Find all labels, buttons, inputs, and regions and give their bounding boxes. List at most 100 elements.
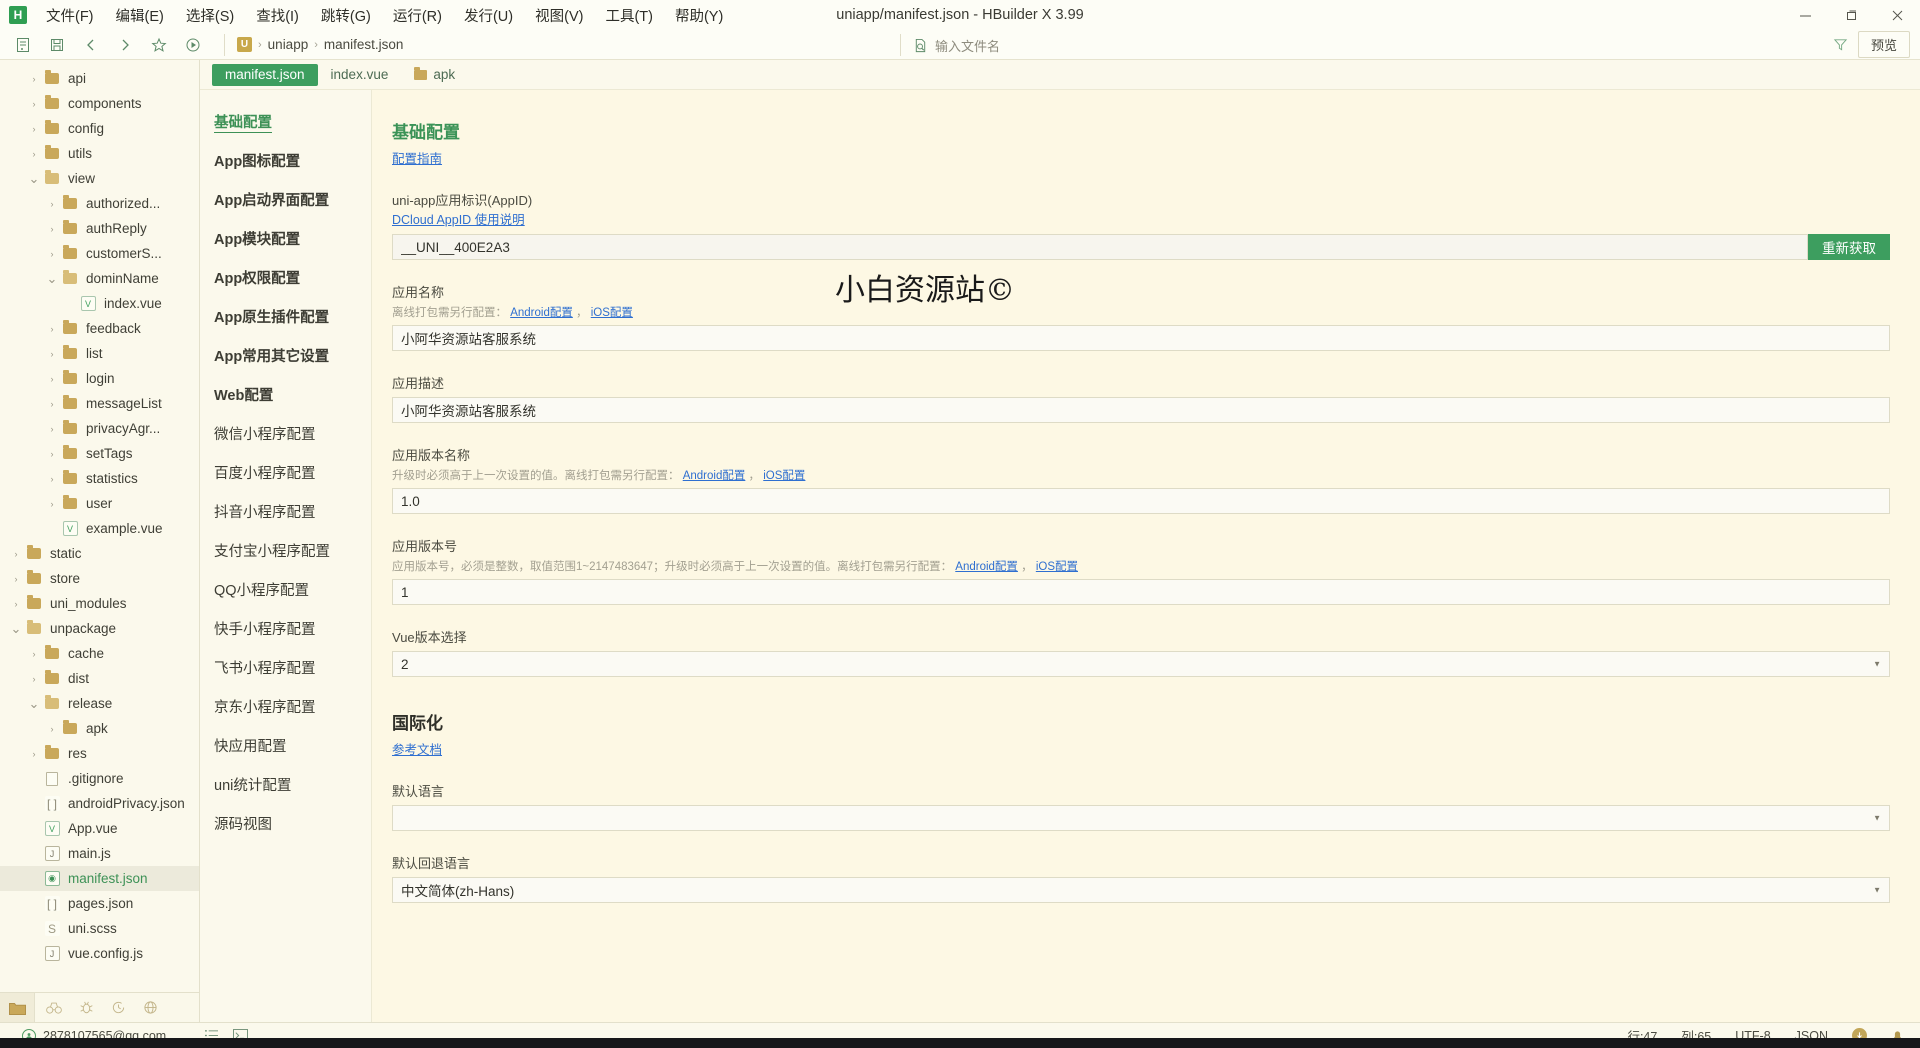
chevron-right-icon[interactable]: › [44, 499, 60, 509]
version-name-ios-link[interactable]: iOS配置 [763, 470, 805, 482]
tree-item-feedback[interactable]: › feedback [0, 316, 199, 341]
config-nav-item-16[interactable]: 快应用配置 [200, 726, 371, 765]
tree-item-customers-[interactable]: › customerS... [0, 241, 199, 266]
tree-item-view[interactable]: ⌄ view [0, 166, 199, 191]
chevron-right-icon[interactable]: › [44, 474, 60, 484]
tree-item-vue-config-js[interactable]: Jvue.config.js [0, 941, 199, 966]
config-nav-item-12[interactable]: QQ小程序配置 [200, 570, 371, 609]
tree-item-unpackage[interactable]: ⌄ unpackage [0, 616, 199, 641]
tree-item-store[interactable]: › store [0, 566, 199, 591]
tab-index-vue[interactable]: index.vue [318, 64, 402, 86]
tree-item-authreply[interactable]: › authReply [0, 216, 199, 241]
config-nav-item-17[interactable]: uni统计配置 [200, 765, 371, 804]
chevron-right-icon[interactable]: › [8, 574, 24, 584]
tree-item-api[interactable]: › api [0, 66, 199, 91]
menu-file[interactable]: 文件(F) [35, 1, 105, 30]
menu-help[interactable]: 帮助(Y) [664, 1, 734, 30]
run-play-icon[interactable] [176, 32, 210, 58]
chevron-right-icon[interactable]: › [26, 674, 42, 684]
menu-publish[interactable]: 发行(U) [453, 1, 524, 30]
version-name-input[interactable] [392, 488, 1890, 514]
config-nav-item-8[interactable]: 微信小程序配置 [200, 414, 371, 453]
manifest-config-nav[interactable]: 基础配置 App图标配置 App启动界面配置 App模块配置 App权限配置 App原生插… [200, 90, 372, 1022]
menu-edit[interactable]: 编辑(E) [105, 1, 175, 30]
version-code-android-link[interactable]: Android配置 [955, 561, 1018, 573]
config-nav-item-4[interactable]: App权限配置 [200, 258, 371, 297]
config-nav-item-11[interactable]: 支付宝小程序配置 [200, 531, 371, 570]
tree-item-static[interactable]: › static [0, 541, 199, 566]
menu-tools[interactable]: 工具(T) [594, 1, 664, 30]
project-file-tree[interactable]: › api › components › config › utils ⌄ view › author… [0, 60, 199, 992]
fallback-lang-select[interactable] [392, 877, 1890, 903]
chevron-right-icon[interactable]: › [44, 374, 60, 384]
chevron-right-icon[interactable]: › [26, 124, 42, 134]
save-icon[interactable] [40, 32, 74, 58]
maximize-button[interactable] [1828, 0, 1874, 30]
breadcrumb-project[interactable]: uniapp [268, 37, 309, 52]
appid-input[interactable] [392, 234, 1808, 260]
tree-item-androidprivacy-json[interactable]: [ ] androidPrivacy.json [0, 791, 199, 816]
tab-manifest-json[interactable]: manifest.json [212, 63, 318, 86]
app-name-android-link[interactable]: Android配置 [510, 307, 573, 319]
tree-item-example-vue[interactable]: Vexample.vue [0, 516, 199, 541]
chevron-right-icon[interactable]: › [26, 99, 42, 109]
tree-item-cache[interactable]: › cache [0, 641, 199, 666]
tree-item-uni-modules[interactable]: › uni_modules [0, 591, 199, 616]
config-nav-item-18[interactable]: 源码视图 [200, 804, 371, 843]
tree-item-login[interactable]: › login [0, 366, 199, 391]
config-nav-item-0[interactable]: 基础配置 [200, 102, 371, 141]
editor-tab-bar[interactable]: manifest.json index.vue apk [200, 60, 1920, 90]
menu-find[interactable]: 查找(I) [245, 1, 310, 30]
menu-view[interactable]: 视图(V) [524, 1, 594, 30]
config-nav-item-7[interactable]: Web配置 [200, 375, 371, 414]
chevron-right-icon[interactable]: › [26, 749, 42, 759]
chevron-right-icon[interactable]: › [26, 74, 42, 84]
menu-goto[interactable]: 跳转(G) [310, 1, 382, 30]
tree-item-dominname[interactable]: ⌄ dominName [0, 266, 199, 291]
version-code-ios-link[interactable]: iOS配置 [1036, 561, 1078, 573]
tree-item-pages-json[interactable]: [ ] pages.json [0, 891, 199, 916]
tree-item-res[interactable]: › res [0, 741, 199, 766]
tree-item--gitignore[interactable]: .gitignore [0, 766, 199, 791]
tab-apk[interactable]: apk [401, 64, 468, 86]
config-nav-item-3[interactable]: App模块配置 [200, 219, 371, 258]
chevron-right-icon[interactable]: › [26, 649, 42, 659]
vue-version-select[interactable] [392, 651, 1890, 677]
app-name-ios-link[interactable]: iOS配置 [591, 307, 633, 319]
tree-item-messagelist[interactable]: › messageList [0, 391, 199, 416]
config-nav-item-10[interactable]: 抖音小程序配置 [200, 492, 371, 531]
refetch-appid-button[interactable]: 重新获取 [1808, 234, 1890, 260]
new-file-icon[interactable] [6, 32, 40, 58]
breadcrumb-file[interactable]: manifest.json [324, 37, 404, 52]
version-name-android-link[interactable]: Android配置 [683, 470, 746, 482]
tree-item-release[interactable]: ⌄ release [0, 691, 199, 716]
config-nav-item-5[interactable]: App原生插件配置 [200, 297, 371, 336]
chevron-down-icon[interactable]: ⌄ [44, 272, 60, 285]
bookmark-star-icon[interactable] [142, 32, 176, 58]
preview-button[interactable]: 预览 [1857, 31, 1910, 58]
config-nav-item-15[interactable]: 京东小程序配置 [200, 687, 371, 726]
chevron-right-icon[interactable]: › [44, 399, 60, 409]
minimize-button[interactable] [1782, 0, 1828, 30]
tree-item-privacyagr-[interactable]: › privacyAgr... [0, 416, 199, 441]
chevron-right-icon[interactable]: › [44, 449, 60, 459]
chevron-right-icon[interactable]: › [44, 349, 60, 359]
filter-icon[interactable] [1833, 37, 1848, 52]
chevron-down-icon[interactable]: ⌄ [26, 172, 42, 185]
chevron-down-icon[interactable]: ⌄ [26, 697, 42, 710]
tree-item-authorized-[interactable]: › authorized... [0, 191, 199, 216]
menu-select[interactable]: 选择(S) [175, 1, 245, 30]
file-search-box[interactable]: 输入文件名 [900, 34, 1340, 56]
tree-item-components[interactable]: › components [0, 91, 199, 116]
tree-item-settags[interactable]: › setTags [0, 441, 199, 466]
tree-item-apk[interactable]: › apk [0, 716, 199, 741]
chevron-right-icon[interactable]: › [8, 599, 24, 609]
config-nav-item-9[interactable]: 百度小程序配置 [200, 453, 371, 492]
config-nav-item-13[interactable]: 快手小程序配置 [200, 609, 371, 648]
dcloud-appid-link[interactable]: DCloud AppID 使用说明 [392, 213, 525, 227]
globe-icon[interactable] [135, 996, 165, 1020]
app-desc-input[interactable] [392, 397, 1890, 423]
chevron-down-icon[interactable]: ⌄ [8, 622, 24, 635]
close-button[interactable] [1874, 0, 1920, 30]
tree-item-dist[interactable]: › dist [0, 666, 199, 691]
